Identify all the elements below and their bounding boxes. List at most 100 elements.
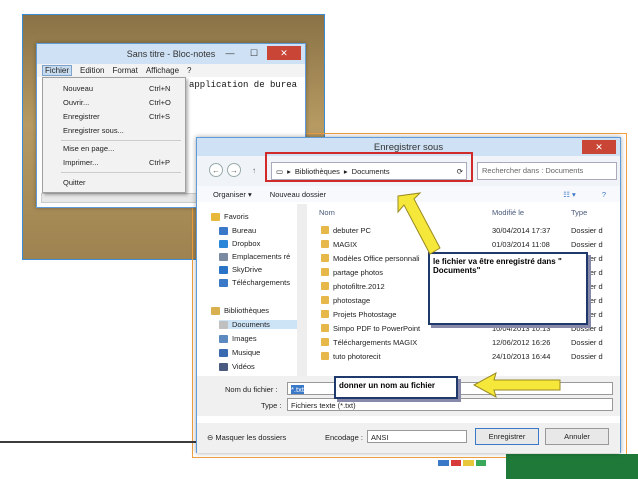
file-name: photostage xyxy=(333,296,371,305)
file-row[interactable]: Téléchargements MAGIX 12/06/2012 16:26 Dos… xyxy=(309,336,619,350)
folder-icon xyxy=(321,254,329,262)
save-button[interactable]: Enregistrer xyxy=(475,428,539,445)
blue-dot xyxy=(438,460,449,466)
menu-item-mise-en-page[interactable]: Mise en page... xyxy=(63,144,114,153)
file-date: 10/04/2013 10:13 xyxy=(492,324,551,333)
view-options-icon[interactable]: ☷ ▾ xyxy=(563,190,576,199)
file-name: Projets Photostage xyxy=(333,310,397,319)
help-icon[interactable]: ? xyxy=(602,190,606,199)
maximize-button[interactable]: ☐ xyxy=(243,46,265,60)
nav-item-icon xyxy=(211,306,220,315)
nav-item-9[interactable]: Musique xyxy=(219,348,260,357)
folder-icon xyxy=(321,226,329,234)
dialog-footer: ⊖ Masquer les dossiers Encodage : ANSI E… xyxy=(197,423,620,453)
file-type: Dossier d xyxy=(571,324,603,333)
search-input[interactable]: Rechercher dans : Documents xyxy=(477,162,617,180)
back-arrow-icon[interactable]: ← xyxy=(209,163,223,177)
folder-icon xyxy=(321,296,329,304)
nav-item-icon xyxy=(219,226,228,235)
callout-location: le fichier va être enregistré dans " Doc… xyxy=(428,252,588,325)
nav-item-label: Favoris xyxy=(224,212,249,221)
minimize-button[interactable]: — xyxy=(219,46,241,60)
menu-item-imprimer[interactable]: Imprimer... Ctrl+P xyxy=(63,158,170,167)
folder-icon xyxy=(321,324,329,332)
decorative-green-block xyxy=(506,454,638,479)
file-row[interactable]: tuto photorecit 24/10/2013 16:44 Dossier d xyxy=(309,350,619,364)
type-label: Type : xyxy=(261,401,282,410)
close-button[interactable]: ✕ xyxy=(267,46,301,60)
nav-item-3[interactable]: Emplacements ré xyxy=(219,252,290,261)
filename-label: Nom du fichier : xyxy=(225,385,278,394)
menu-affichage[interactable]: Affichage xyxy=(146,66,179,75)
nav-item-4[interactable]: SkyDrive xyxy=(219,265,262,274)
menu-item-quitter[interactable]: Quitter xyxy=(63,178,86,187)
menu-format[interactable]: Format xyxy=(112,66,137,75)
nav-item-icon xyxy=(219,239,228,248)
callout-filename: donner un nom au fichier xyxy=(334,376,458,399)
folder-icon xyxy=(321,240,329,248)
menu-separator xyxy=(61,172,181,173)
cancel-button[interactable]: Annuler xyxy=(545,428,609,445)
file-type: Dossier d xyxy=(571,226,603,235)
file-date: 24/10/2013 16:44 xyxy=(492,352,551,361)
menu-item-enregistrer[interactable]: Enregistrer Ctrl+S xyxy=(63,112,170,121)
nav-item-icon xyxy=(211,212,220,221)
up-arrow-icon[interactable]: ↑ xyxy=(247,163,261,177)
nav-item-label: Documents xyxy=(232,320,270,329)
nav-item-label: Dropbox xyxy=(232,239,261,248)
nav-pane-scrollbar[interactable] xyxy=(297,204,307,376)
column-type[interactable]: Type xyxy=(571,208,587,217)
nav-item-0[interactable]: Favoris xyxy=(211,212,249,221)
menu-item-ouvrir[interactable]: Ouvrir... Ctrl+O xyxy=(63,98,171,107)
file-row[interactable]: MAGIX 01/03/2014 11:08 Dossier d xyxy=(309,238,619,252)
nav-item-icon xyxy=(219,252,228,261)
color-dots xyxy=(438,460,486,466)
dialog-close-button[interactable]: ✕ xyxy=(582,140,616,154)
nav-item-10[interactable]: Vidéos xyxy=(219,362,255,371)
file-row[interactable]: debuter PC 30/04/2014 17:37 Dossier d xyxy=(309,224,619,238)
encoding-label: Encodage : xyxy=(325,433,363,442)
nav-item-label: Bureau xyxy=(232,226,257,235)
forward-arrow-icon[interactable]: → xyxy=(227,163,241,177)
nav-item-2[interactable]: Dropbox xyxy=(219,239,260,248)
type-select[interactable]: Fichiers texte (*.txt) xyxy=(287,398,613,411)
column-name[interactable]: Nom xyxy=(319,208,335,217)
file-name: Téléchargements MAGIX xyxy=(333,338,418,347)
encoding-select[interactable]: ANSI xyxy=(367,430,467,443)
address-highlight-box xyxy=(265,152,473,182)
nav-item-5[interactable]: Téléchargements xyxy=(219,278,290,287)
nav-item-label: Bibliothèques xyxy=(224,306,270,315)
file-name: Modèles Office personnali xyxy=(333,254,420,263)
folder-icon xyxy=(321,310,329,318)
nav-item-1[interactable]: Bureau xyxy=(219,226,256,235)
column-modified[interactable]: Modifié le xyxy=(492,208,524,217)
menu-edition[interactable]: Edition xyxy=(80,66,104,75)
notepad-titlebar[interactable]: Sans titre - Bloc-notes — ☐ ✕ xyxy=(37,44,305,64)
dialog-title: Enregistrer sous xyxy=(373,141,444,153)
file-name: tuto photorecit xyxy=(333,352,381,361)
nav-item-icon xyxy=(219,320,228,329)
file-name: photofiltre.2012 xyxy=(333,282,385,291)
notepad-text-area[interactable]: application de burea xyxy=(189,80,297,90)
file-name: Simpo PDF to PowerPoint xyxy=(333,324,421,333)
nav-item-icon xyxy=(219,278,228,287)
menu-separator xyxy=(61,140,181,141)
menu-fichier[interactable]: Fichier xyxy=(42,65,73,76)
green-dot xyxy=(475,460,486,466)
nav-item-icon xyxy=(219,334,228,343)
menu-item-nouveau[interactable]: Nouveau Ctrl+N xyxy=(63,84,170,93)
nav-item-6[interactable]: Bibliothèques xyxy=(211,306,269,315)
file-type: Dossier d xyxy=(571,352,603,361)
new-folder-button[interactable]: Nouveau dossier xyxy=(270,190,326,199)
hide-folders-toggle[interactable]: ⊖ Masquer les dossiers xyxy=(207,433,286,442)
nav-item-8[interactable]: Images xyxy=(219,334,257,343)
organize-button[interactable]: Organiser ▾ xyxy=(213,190,252,199)
nav-item-icon xyxy=(219,348,228,357)
nav-item-7[interactable]: Documents xyxy=(219,320,303,329)
notepad-title: Sans titre - Bloc-notes xyxy=(126,49,216,59)
menu-help[interactable]: ? xyxy=(187,66,191,75)
file-date: 12/06/2012 16:26 xyxy=(492,338,551,347)
folder-icon xyxy=(321,268,329,276)
menu-item-enregistrer-sous[interactable]: Enregistrer sous... xyxy=(63,126,124,135)
file-date: 01/03/2014 11:08 xyxy=(492,240,550,249)
